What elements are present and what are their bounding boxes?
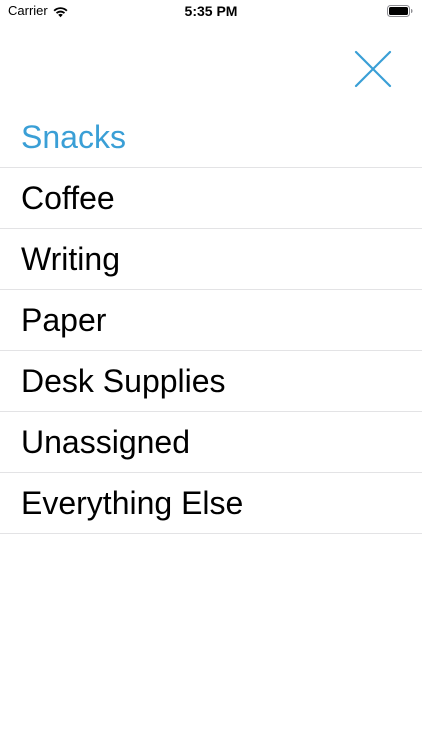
category-item-writing[interactable]: Writing [0, 229, 422, 290]
status-bar: Carrier 5:35 PM [0, 0, 422, 24]
category-item-paper[interactable]: Paper [0, 290, 422, 351]
category-item-desk-supplies[interactable]: Desk Supplies [0, 351, 422, 412]
battery-icon [387, 5, 413, 17]
category-item-snacks[interactable]: Snacks [0, 107, 422, 168]
status-time: 5:35 PM [184, 3, 238, 19]
category-item-everything-else[interactable]: Everything Else [0, 473, 422, 534]
category-item-unassigned[interactable]: Unassigned [0, 412, 422, 473]
category-list: Snacks Coffee Writing Paper Desk Supplie… [0, 107, 422, 534]
category-item-coffee[interactable]: Coffee [0, 168, 422, 229]
close-icon [354, 50, 392, 88]
close-button[interactable] [351, 47, 395, 91]
